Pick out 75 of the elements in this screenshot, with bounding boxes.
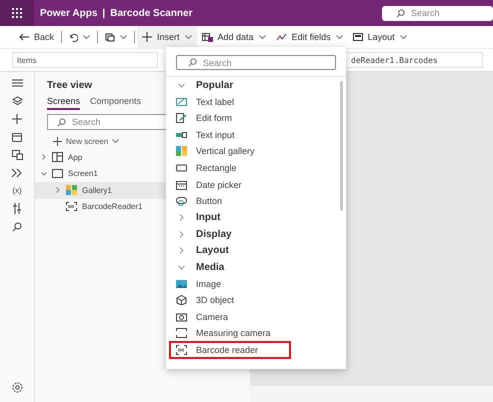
plus-icon <box>142 32 152 42</box>
data-button[interactable]: Add data <box>196 26 271 48</box>
app-launcher-icon[interactable] <box>0 0 34 26</box>
form-icon <box>176 113 187 124</box>
category-header[interactable]: Display <box>172 226 290 242</box>
search-field[interactable]: Search <box>382 6 493 20</box>
search-icon <box>57 118 66 126</box>
chevron-down-icon <box>178 264 185 271</box>
line-chart-icon <box>276 32 287 42</box>
barcode-icon <box>176 345 187 356</box>
chevron-down-icon[interactable] <box>41 170 47 177</box>
category-header[interactable]: Input <box>172 209 290 226</box>
panel-title: Tree view <box>47 80 92 91</box>
category-header[interactable]: Popular <box>172 77 290 94</box>
chevron-right-icon <box>178 214 185 222</box>
chevron-down-icon <box>120 35 128 39</box>
image-icon <box>176 278 187 289</box>
frame-icon <box>176 328 187 338</box>
plus-icon[interactable] <box>9 112 25 125</box>
chevron-down-icon <box>258 35 266 39</box>
chevron-right-icon <box>178 247 185 254</box>
rectangle-icon <box>176 163 187 173</box>
menu-item[interactable]: Camera <box>172 308 290 326</box>
search-icon <box>396 8 405 18</box>
menu-item[interactable]: Image <box>172 276 290 292</box>
screen-icon <box>52 169 63 178</box>
camera-icon <box>176 312 187 322</box>
calendar-icon <box>176 180 187 190</box>
chevron-down-icon <box>112 139 120 143</box>
insert-button[interactable]: Insert <box>137 26 197 48</box>
cube-icon <box>176 295 187 306</box>
chevron-down-icon <box>400 35 407 39</box>
chevron-right-icon[interactable] <box>55 187 61 194</box>
search-icon <box>188 58 197 67</box>
category-header[interactable]: Media <box>172 259 290 276</box>
menu-item[interactable]: Measuring camera <box>172 325 290 342</box>
search-field[interactable]: Search <box>176 55 336 70</box>
arrow-left-icon <box>19 33 29 41</box>
title-separator: | <box>102 8 106 18</box>
menu-item[interactable]: Vertical gallery <box>172 143 290 160</box>
copy-icon <box>105 32 116 42</box>
app-icon <box>52 152 63 162</box>
back-button[interactable]: Back <box>14 26 60 48</box>
button-icon <box>176 196 187 206</box>
menu-item[interactable]: Rectangle <box>172 160 290 176</box>
undo-icon <box>69 32 78 42</box>
text-input-icon <box>176 130 187 140</box>
plus-icon <box>53 136 62 146</box>
gallery-icon <box>176 146 187 156</box>
chevron-down-icon <box>184 35 192 39</box>
chevron-down-icon <box>83 35 90 39</box>
menu-item[interactable]: Text label <box>172 94 290 110</box>
text-label-icon <box>176 96 187 107</box>
menu-item[interactable]: 3D object <box>172 292 290 309</box>
chevron-right-icon <box>178 230 185 238</box>
database-icon[interactable] <box>9 130 25 143</box>
layout-button[interactable]: Layout <box>348 26 412 48</box>
chevron-down-icon <box>178 82 185 89</box>
tab[interactable]: Components <box>90 96 142 110</box>
scrollbar[interactable] <box>340 81 343 211</box>
app-name: Power Apps <box>40 8 98 18</box>
gallery-icon <box>66 185 77 196</box>
chevron-right-icon[interactable] <box>41 154 47 160</box>
property-field[interactable]: Items <box>12 52 158 68</box>
category-header[interactable]: Layout <box>172 242 290 260</box>
fields-button[interactable]: Edit fields <box>270 26 348 48</box>
media-icon[interactable] <box>9 148 25 161</box>
layout-icon <box>352 33 363 41</box>
document-title: Barcode Scanner <box>110 8 192 18</box>
menu-item[interactable]: Barcode reader <box>170 342 290 358</box>
tab[interactable]: Screens <box>47 96 80 110</box>
chevron-down-icon <box>336 35 343 39</box>
barcode-icon <box>66 202 77 212</box>
new-screen-button[interactable]: New screen <box>53 135 120 147</box>
table-icon <box>202 32 213 42</box>
